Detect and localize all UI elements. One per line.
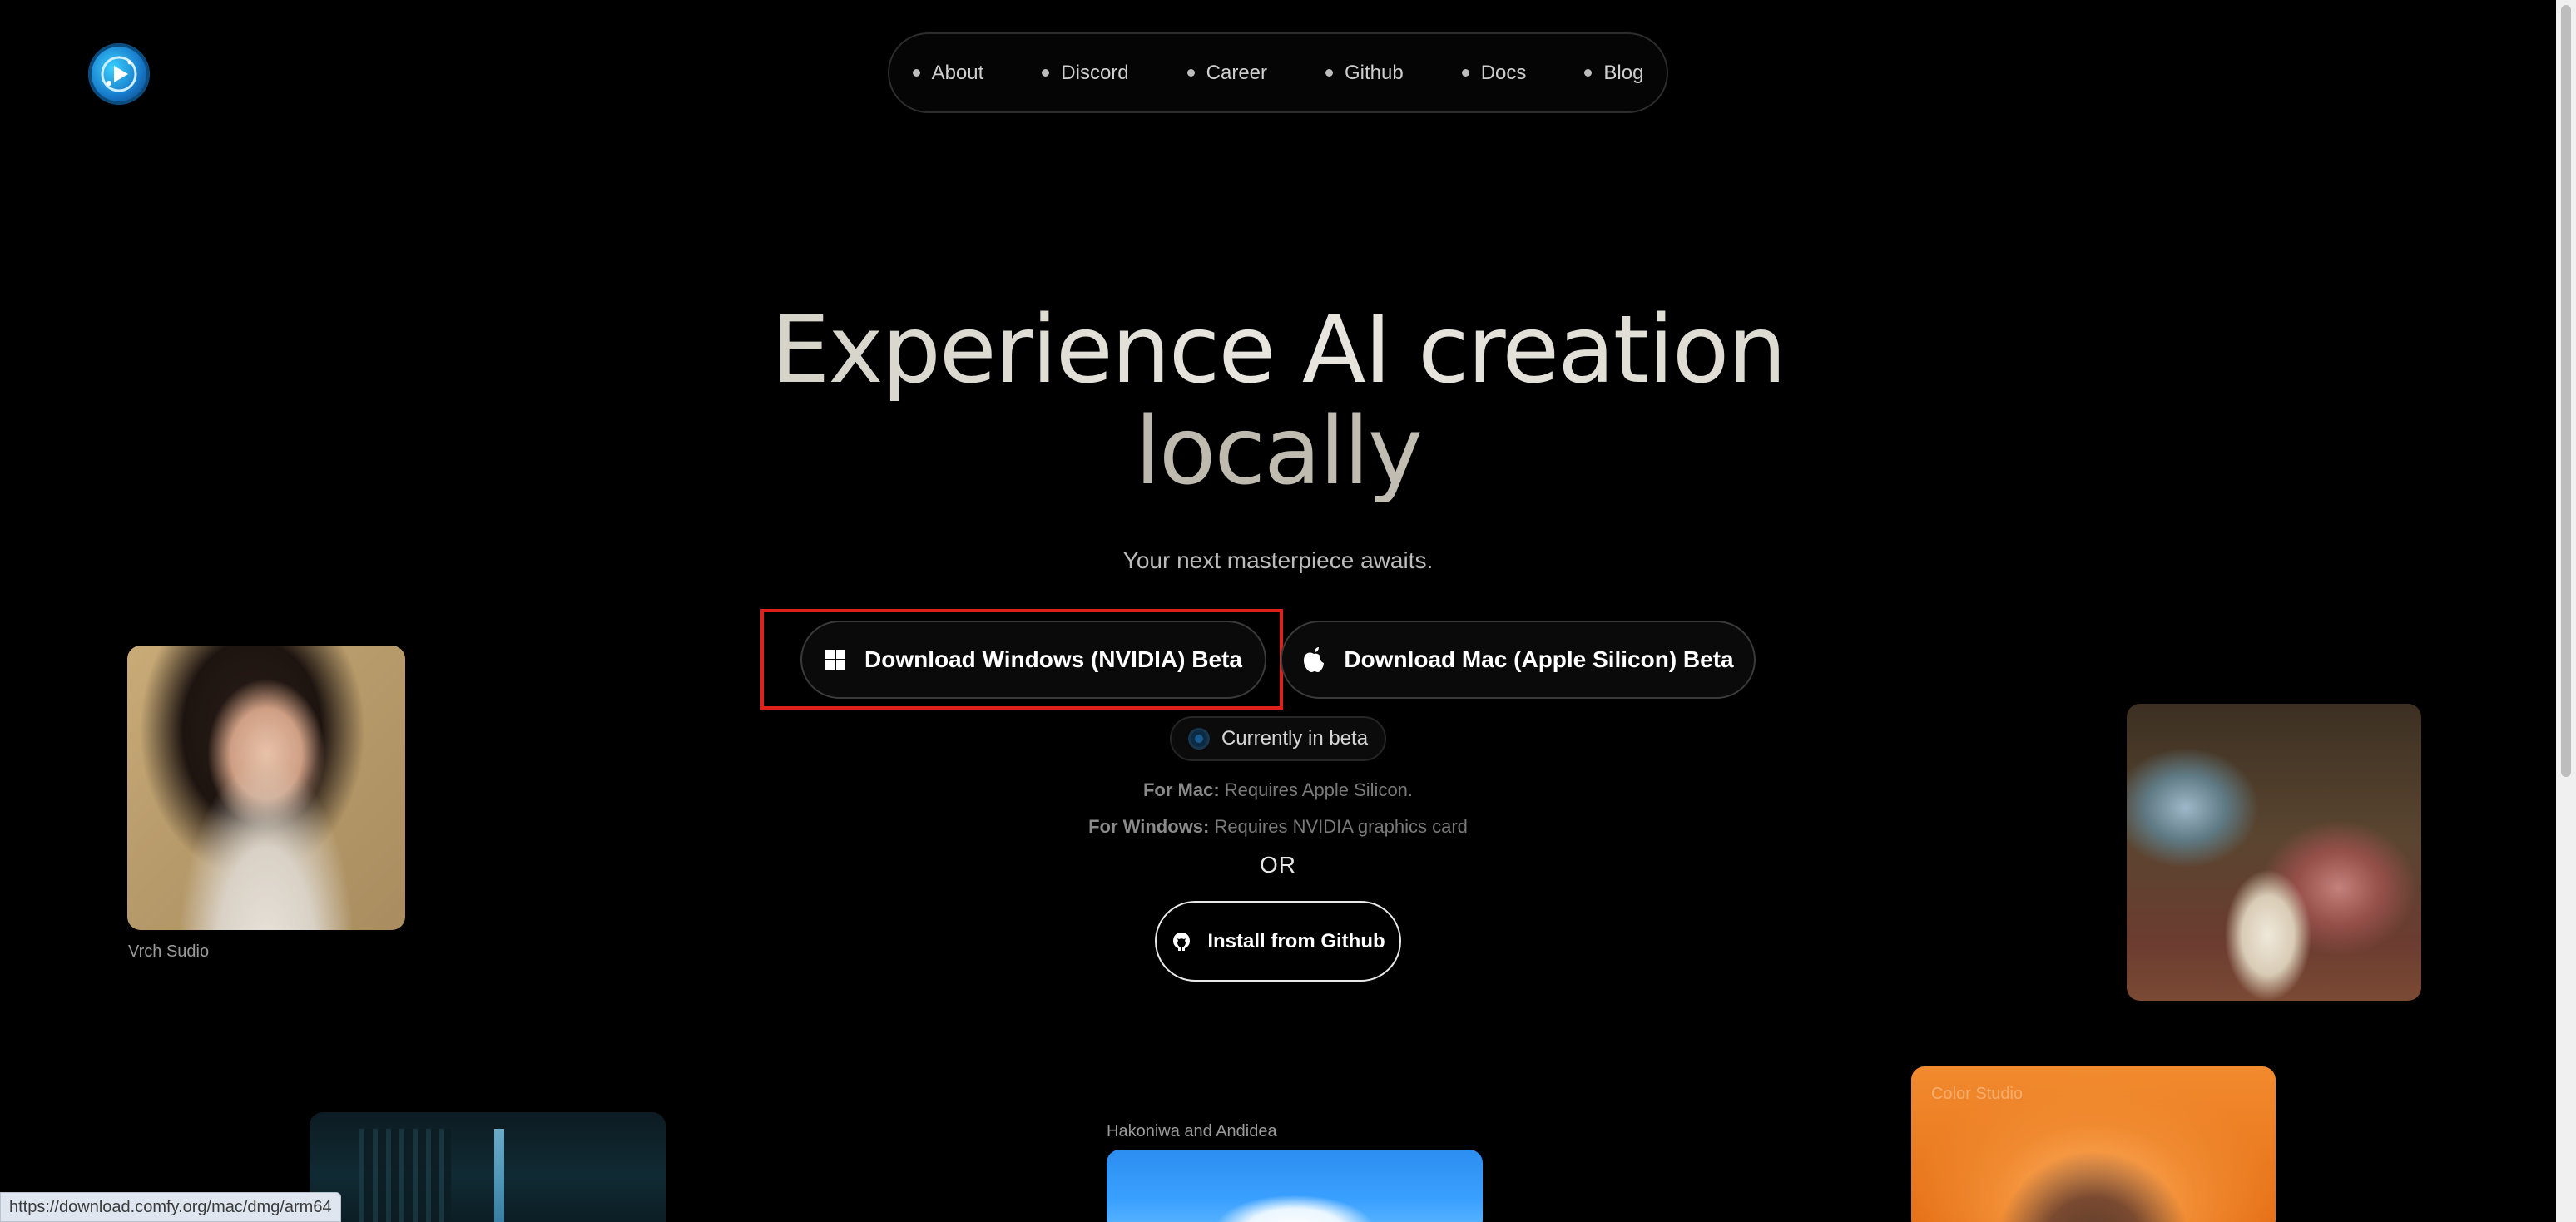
win-req-prefix: For Windows: — [1088, 816, 1210, 837]
bullet-icon — [912, 69, 920, 77]
bullet-icon — [1042, 69, 1050, 77]
gallery-image-portrait[interactable] — [127, 646, 405, 930]
browser-status-bar: https://download.comfy.org/mac/dmg/arm64 — [0, 1192, 341, 1222]
page: About Discord Career Github Docs Blog Ex… — [0, 0, 2576, 1222]
nav-item-about[interactable]: About — [884, 62, 1013, 85]
nav-item-github[interactable]: Github — [1296, 62, 1433, 85]
bullet-icon — [1325, 69, 1333, 77]
nav-item-blog[interactable]: Blog — [1555, 62, 1672, 85]
scrollbar-thumb[interactable] — [2561, 5, 2571, 777]
hero-title-line1: Experience AI creation — [0, 299, 2556, 401]
nav-item-discord[interactable]: Discord — [1013, 62, 1157, 85]
gallery-image-room[interactable] — [2127, 704, 2421, 1001]
mac-req-text: Requires Apple Silicon. — [1224, 779, 1414, 800]
gallery-caption-orange: Color Studio — [1931, 1085, 2024, 1103]
hero-title: Experience AI creation locally — [0, 299, 2556, 502]
gallery-image-orange[interactable]: Color Studio — [1911, 1066, 2276, 1222]
gallery-image-blue[interactable] — [1107, 1150, 1483, 1222]
download-mac-label: Download Mac (Apple Silicon) Beta — [1344, 646, 1734, 672]
win-req-text: Requires NVIDIA graphics card — [1214, 816, 1468, 837]
install-github-label: Install from Github — [1207, 929, 1385, 952]
logo-icon[interactable] — [88, 43, 150, 105]
windows-icon — [825, 649, 846, 670]
download-windows-label: Download Windows (NVIDIA) Beta — [864, 646, 1242, 672]
hero-subtitle: Your next masterpiece awaits. — [1122, 547, 1434, 573]
nav-label: Github — [1345, 61, 1404, 84]
scrollbar[interactable] — [2556, 0, 2576, 1222]
nav-label: Blog — [1603, 61, 1644, 84]
status-url: https://download.comfy.org/mac/dmg/arm64 — [9, 1197, 332, 1216]
bullet-icon — [1584, 69, 1593, 77]
apple-icon — [1302, 646, 1325, 673]
github-icon — [1171, 931, 1192, 952]
download-windows-button[interactable]: Download Windows (NVIDIA) Beta — [800, 621, 1266, 699]
nav-label: Discord — [1061, 61, 1129, 84]
bullet-icon — [1461, 69, 1469, 77]
bullet-icon — [1186, 69, 1195, 77]
status-dot-icon — [1187, 728, 1210, 750]
hero-title-line2: locally — [0, 401, 2556, 502]
gallery-image-city[interactable] — [310, 1112, 666, 1222]
nav-label: About — [931, 61, 984, 84]
nav-label: Docs — [1480, 61, 1527, 84]
install-github-button[interactable]: Install from Github — [1155, 901, 1401, 982]
top-nav: About Discord Career Github Docs Blog — [888, 32, 1668, 113]
gallery-caption-center: Hakoniwa and Andidea — [1107, 1122, 1277, 1140]
gallery-caption-left: Vrch Sudio — [128, 942, 210, 961]
beta-status-text: Currently in beta — [1221, 727, 1369, 750]
download-mac-button[interactable]: Download Mac (Apple Silicon) Beta — [1281, 621, 1756, 699]
mac-req-prefix: For Mac: — [1142, 779, 1220, 800]
beta-status-badge: Currently in beta — [1170, 716, 1386, 761]
nav-item-docs[interactable]: Docs — [1433, 62, 1556, 85]
nav-item-career[interactable]: Career — [1158, 62, 1296, 85]
nav-label: Career — [1206, 61, 1267, 84]
